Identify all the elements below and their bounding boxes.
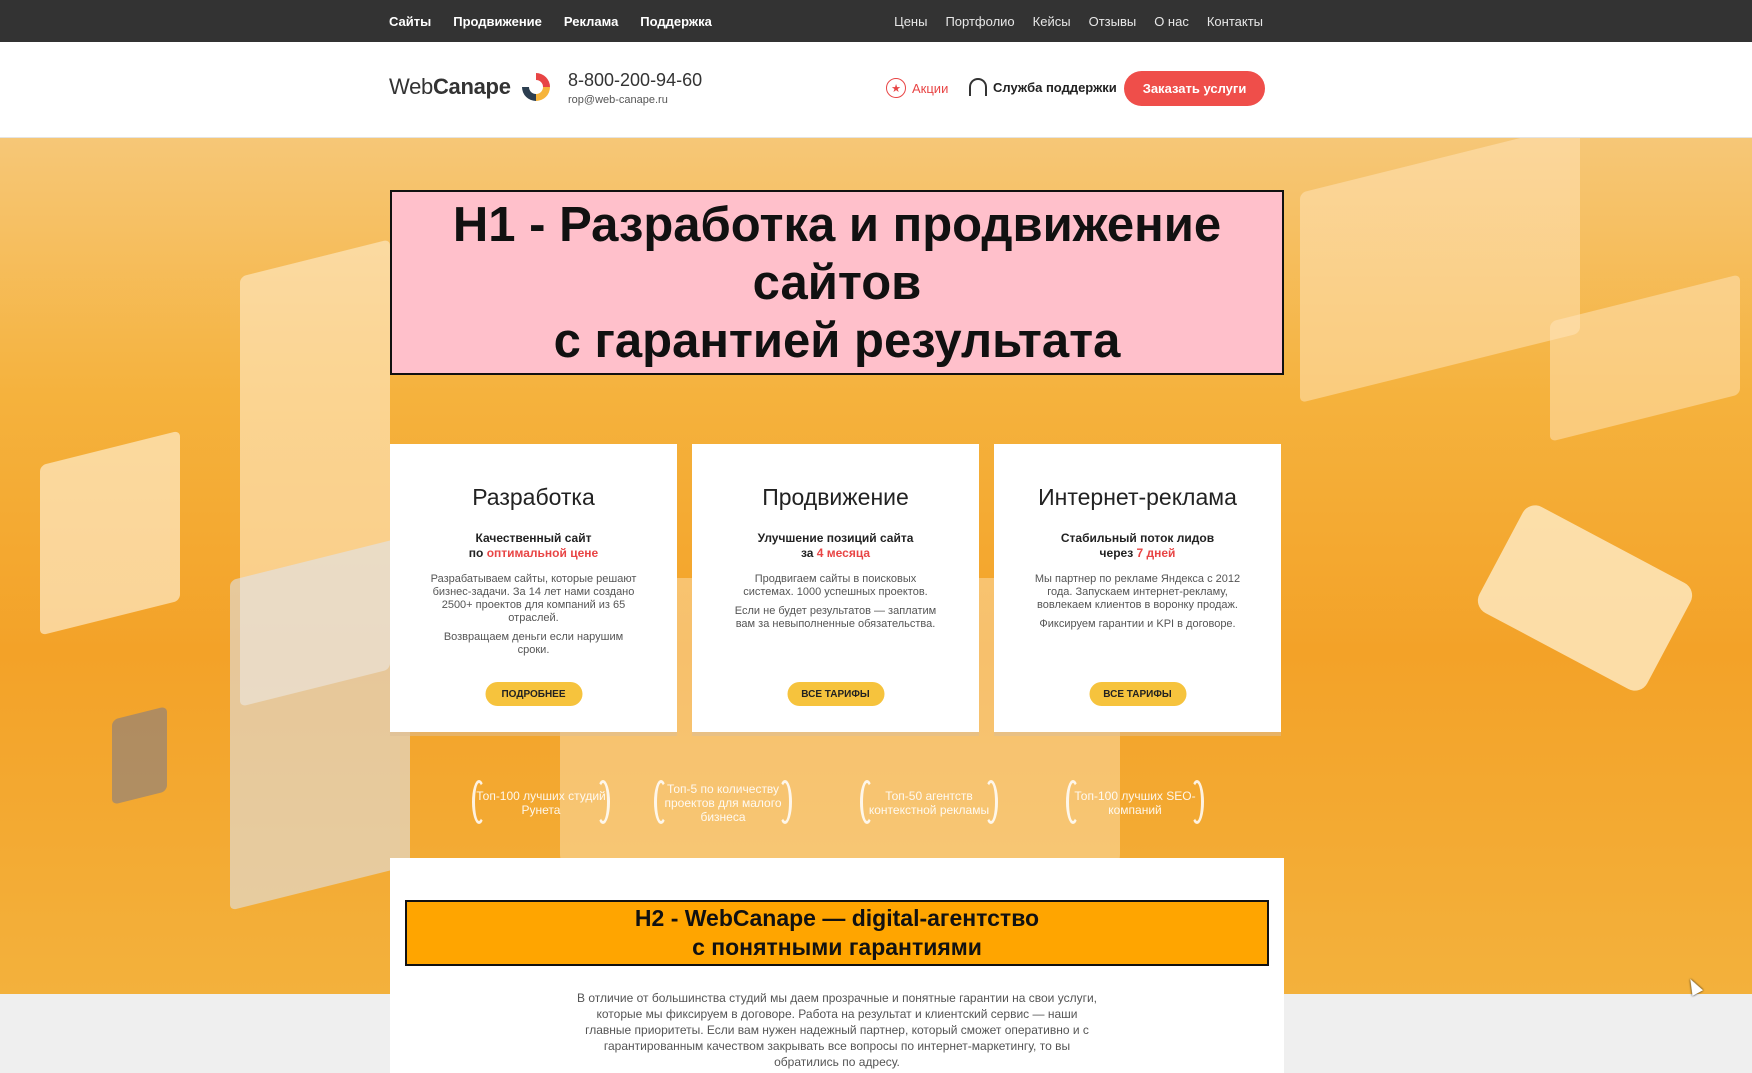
card-guarantee: Фиксируем гарантии и KPI в договоре. (1039, 618, 1236, 630)
hero-card-decoration (40, 430, 180, 636)
hero-phone-decoration (1472, 500, 1698, 696)
card-title: Продвижение (762, 484, 909, 510)
site-logo[interactable]: WebCanape (389, 70, 553, 104)
laurel-icon (860, 780, 874, 824)
nav-link-sites[interactable]: Сайты (389, 14, 431, 29)
hero-card-decoration (230, 535, 410, 911)
award-badge: Топ-100 лучших студий Рунета (466, 778, 616, 828)
all-tariffs-button[interactable]: ВСЕ ТАРИФЫ (787, 682, 884, 706)
section-title: H2 - WebCanape — digital-агентство с пон… (634, 905, 1040, 960)
card-description: Продвигаем сайты в поисковых системах. 1… (743, 573, 928, 598)
card-subtitle: Улучшение позиций сайта за 4 месяца (757, 531, 914, 560)
service-card-development: Разработка Качественный сайт по оптималь… (390, 444, 677, 732)
top-nav-bar: Сайты Продвижение Реклама Поддержка Цены… (0, 0, 1752, 42)
about-section: H2 - WebCanape — digital-агентство с пон… (390, 858, 1284, 1073)
promo-label: Акции (912, 80, 949, 96)
award-badge: Топ-50 агентств контекстной рекламы (854, 778, 1004, 828)
awards-row: Топ-100 лучших студий Рунета Топ-5 по ко… (466, 778, 1216, 828)
laurel-icon (1066, 780, 1080, 824)
card-description: Разрабатываем сайты, которые решают бизн… (430, 573, 637, 624)
laurel-icon (654, 780, 668, 824)
laurel-icon (984, 780, 998, 824)
laurel-icon (1190, 780, 1204, 824)
support-link[interactable]: Служба поддержки (969, 78, 1117, 96)
more-button[interactable]: ПОДРОБНЕЕ (485, 682, 582, 706)
nav-link-advertising[interactable]: Реклама (564, 14, 618, 29)
order-services-button[interactable]: Заказать услуги (1124, 71, 1265, 106)
nav-link-portfolio[interactable]: Портфолио (945, 14, 1014, 29)
laurel-icon (778, 780, 792, 824)
page-title: H1 - Разработка и продвижение сайтов с г… (452, 197, 1222, 368)
promo-link[interactable]: ★ Акции (886, 78, 948, 98)
card-subtitle: Стабильный поток лидов через 7 дней (1060, 531, 1215, 560)
card-guarantee: Если не будет результатов — заплатим вам… (734, 605, 937, 630)
card-title: Интернет-реклама (1038, 484, 1237, 510)
h1-banner: H1 - Разработка и продвижение сайтов с г… (390, 190, 1284, 375)
hero-card-decoration (1300, 138, 1580, 403)
service-card-advertising: Интернет-реклама Стабильный поток лидов … (994, 444, 1281, 732)
top-nav-left: Сайты Продвижение Реклама Поддержка (389, 0, 712, 42)
card-guarantee: Возвращаем деньги если нарушим сроки. (443, 631, 624, 656)
phone-number[interactable]: 8-800-200-94-60 (568, 70, 702, 91)
nav-link-promotion[interactable]: Продвижение (453, 14, 542, 29)
award-badge: Топ-5 по количеству проектов для малого … (648, 778, 798, 828)
nav-link-prices[interactable]: Цены (894, 14, 927, 29)
laurel-icon (472, 780, 486, 824)
service-card-promotion: Продвижение Улучшение позиций сайта за 4… (692, 444, 979, 732)
nav-link-reviews[interactable]: Отзывы (1089, 14, 1137, 29)
nav-link-cases[interactable]: Кейсы (1033, 14, 1071, 29)
nav-link-support[interactable]: Поддержка (640, 14, 712, 29)
logo-text: WebCanape (389, 74, 511, 99)
card-subtitle: Качественный сайт по оптимальной цене (468, 531, 599, 560)
all-tariffs-button[interactable]: ВСЕ ТАРИФЫ (1089, 682, 1186, 706)
h2-banner: H2 - WebCanape — digital-агентство с пон… (405, 900, 1269, 966)
star-icon: ★ (886, 78, 906, 98)
support-label: Служба поддержки (993, 79, 1117, 95)
top-nav-right: Цены Портфолио Кейсы Отзывы О нас Контак… (894, 0, 1263, 42)
email-address[interactable]: rop@web-canape.ru (568, 94, 668, 106)
site-header: WebCanape 8-800-200-94-60 rop@web-canape… (0, 42, 1752, 138)
about-paragraph: В отличие от большинства студий мы даем … (576, 991, 1097, 1069)
hero-card-decoration (112, 706, 167, 805)
card-description: Мы партнер по рекламе Яндекса с 2012 год… (1034, 573, 1241, 611)
card-title: Разработка (472, 484, 595, 510)
logo-icon (521, 73, 550, 101)
nav-link-about[interactable]: О нас (1154, 14, 1189, 29)
laurel-icon (596, 780, 610, 824)
nav-link-contacts[interactable]: Контакты (1207, 14, 1263, 29)
service-cards: Разработка Качественный сайт по оптималь… (390, 444, 1284, 732)
award-badge: Топ-100 лучших SEO-компаний (1060, 778, 1210, 828)
headset-icon (969, 78, 987, 96)
